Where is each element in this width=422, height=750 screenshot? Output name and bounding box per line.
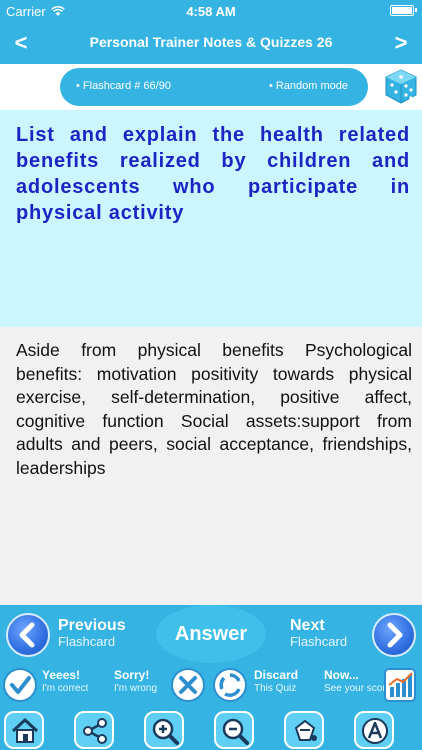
previous-flashcard-label[interactable]: Previous Flashcard	[58, 618, 126, 650]
zoom-in-button[interactable]	[144, 711, 184, 749]
battery-icon	[390, 5, 417, 16]
actions-row: Yeees! I'm correct Sorry! I'm wrong Disc…	[0, 663, 422, 709]
info-bar: • Flashcard # 66/90 • Random mode	[0, 64, 422, 110]
score-button[interactable]: Now... See your score	[320, 665, 420, 707]
page-title: Personal Trainer Notes & Quizzes 26	[89, 34, 333, 50]
next-quiz-button[interactable]: >	[386, 30, 416, 56]
discard-title: Discard	[254, 668, 299, 682]
random-mode-label[interactable]: • Random mode	[269, 80, 348, 92]
nav-bar: < Personal Trainer Notes & Quizzes 26 >	[0, 22, 422, 64]
wrong-subtitle: I'm wrong	[114, 683, 158, 694]
answer-area: Aside from physical benefits Psychologic…	[0, 327, 422, 605]
score-title: Now...	[324, 668, 359, 682]
dice-icon[interactable]	[384, 68, 418, 106]
flashcard-nav-row: Previous Flashcard Answer Next Flashcard	[0, 605, 422, 663]
zoom-out-icon	[222, 718, 249, 745]
zoom-out-button[interactable]	[214, 711, 254, 749]
next-subtitle: Flashcard	[290, 634, 348, 649]
home-icon	[11, 718, 39, 743]
home-button[interactable]	[4, 711, 44, 749]
previous-subtitle: Flashcard	[58, 634, 116, 649]
next-title: Next	[290, 617, 325, 634]
discard-subtitle: This Quiz	[254, 683, 297, 694]
share-button[interactable]	[74, 711, 114, 749]
answer-button[interactable]: Answer	[156, 605, 266, 663]
answer-text: Aside from physical benefits Psychologic…	[16, 340, 412, 478]
checkmark-icon	[3, 668, 37, 702]
theme-button[interactable]	[284, 711, 324, 749]
chevron-right-icon	[387, 622, 403, 648]
previous-quiz-button[interactable]: <	[6, 30, 36, 56]
correct-button[interactable]: Yeees! I'm correct	[2, 665, 106, 707]
correct-subtitle: I'm correct	[42, 683, 89, 694]
chevron-left-icon	[19, 622, 35, 648]
font-icon	[362, 718, 388, 744]
wrong-button[interactable]: Sorry! I'm wrong	[110, 665, 210, 707]
flashcard-info-pill: • Flashcard # 66/90 • Random mode	[60, 68, 368, 106]
next-flashcard-button[interactable]	[372, 613, 416, 657]
correct-title: Yeees!	[42, 668, 81, 682]
toolbar	[0, 709, 422, 750]
flashcard-counter: • Flashcard # 66/90	[76, 80, 171, 92]
status-bar: Carrier 4:58 AM	[0, 0, 422, 22]
discard-quiz-button[interactable]: Discard This Quiz	[212, 665, 316, 707]
zoom-in-icon	[152, 718, 179, 745]
discard-icon	[213, 668, 247, 702]
previous-title: Previous	[58, 617, 126, 634]
bar-chart-icon	[384, 668, 416, 702]
next-flashcard-label[interactable]: Next Flashcard	[290, 618, 347, 650]
question-area: List and explain the health related bene…	[0, 110, 422, 327]
previous-flashcard-button[interactable]	[6, 613, 50, 657]
question-text: List and explain the health related bene…	[16, 124, 410, 224]
status-time: 4:58 AM	[186, 4, 236, 19]
font-button[interactable]	[354, 711, 394, 749]
wrong-title: Sorry!	[114, 668, 150, 682]
cross-icon	[171, 668, 205, 702]
theme-icon	[294, 719, 317, 741]
score-subtitle: See your score	[324, 683, 392, 694]
bottom-panel: Previous Flashcard Answer Next Flashcard…	[0, 605, 422, 750]
share-icon	[83, 718, 107, 744]
